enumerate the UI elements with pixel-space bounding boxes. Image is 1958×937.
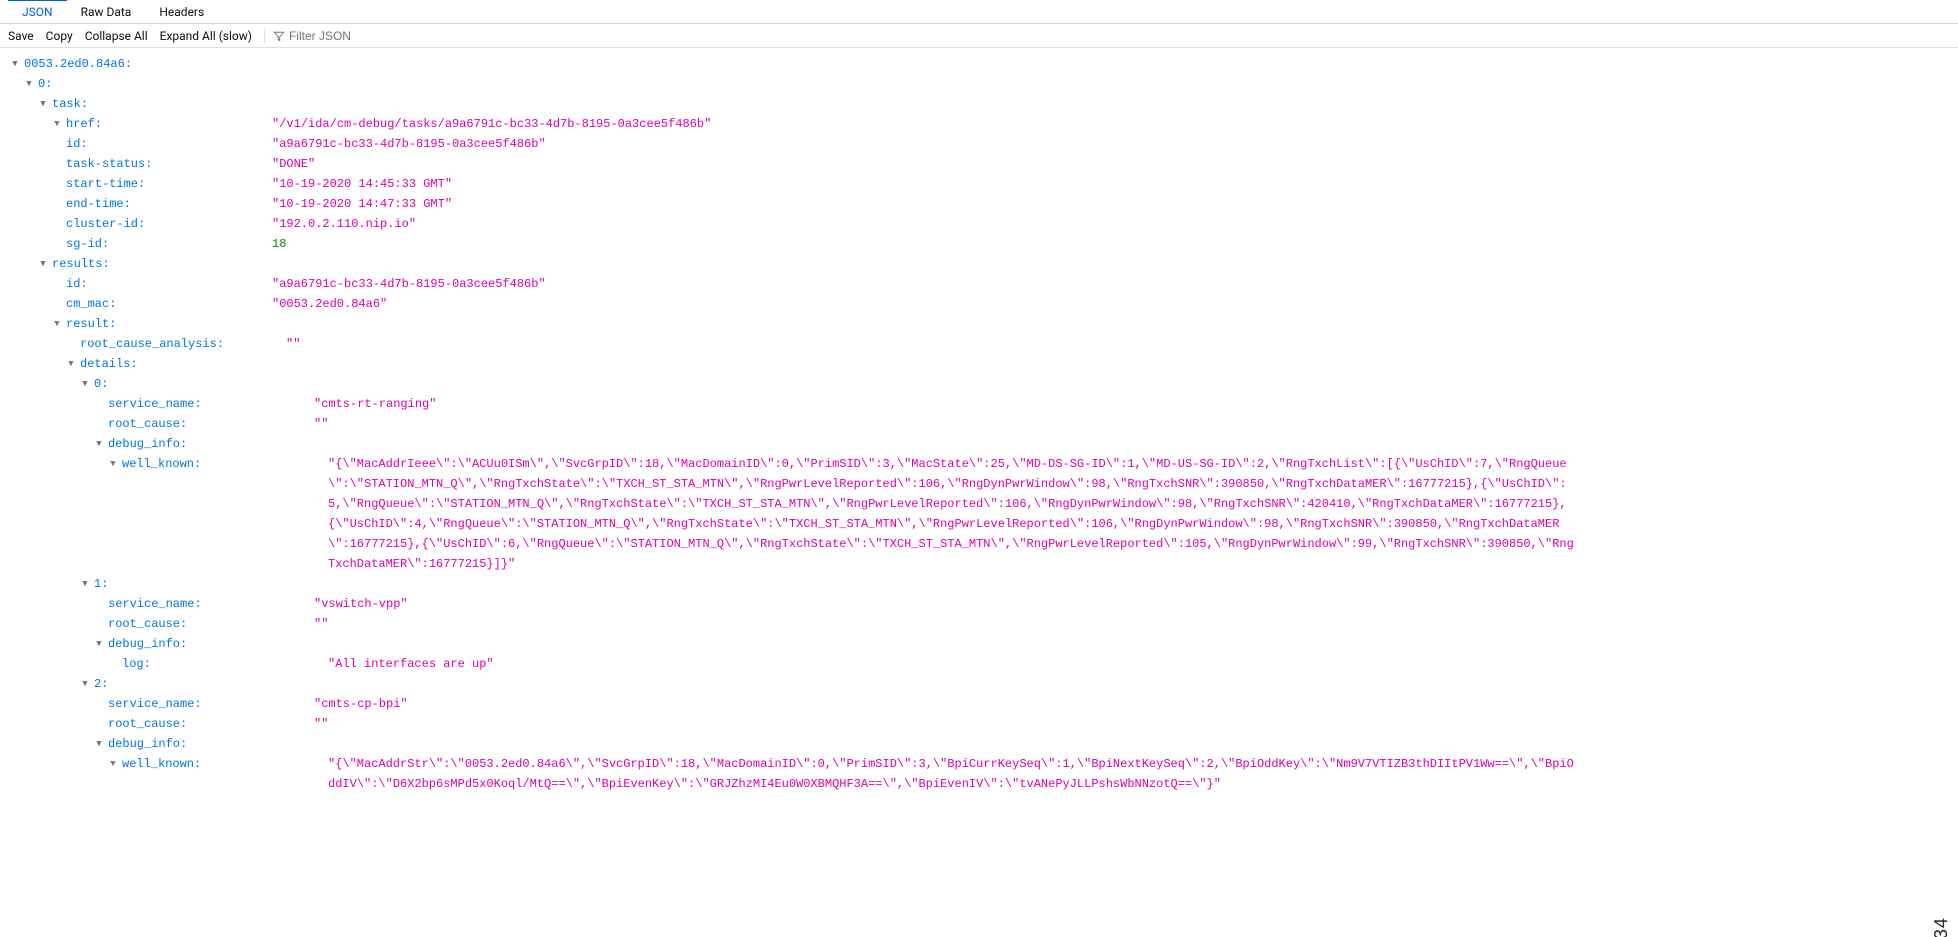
json-value: ""	[314, 614, 368, 634]
json-value: "All interfaces are up"	[328, 654, 534, 674]
json-key: cm_mac	[66, 294, 116, 314]
json-key: root_cause	[108, 414, 187, 434]
json-key: 0053.2ed0.84a6	[24, 54, 132, 74]
json-value: "/v1/ida/cm-debug/tasks/a9a6791c-bc33-4d…	[272, 114, 751, 134]
caret-down-icon[interactable]: ▼	[24, 74, 34, 94]
filter-wrap	[264, 29, 409, 43]
json-key: task-status	[66, 154, 152, 174]
json-key: well_known	[122, 754, 201, 774]
json-key: results	[52, 254, 110, 274]
json-key: cluster-id	[66, 214, 145, 234]
collapse-all-button[interactable]: Collapse All	[85, 27, 148, 45]
json-value: "{\"MacAddrStr\":\"0053.2ed0.84a6\",\"Sv…	[328, 754, 1618, 794]
json-key: end-time	[66, 194, 131, 214]
view-tabs: JSON Raw Data Headers	[0, 0, 1958, 24]
caret-down-icon[interactable]: ▼	[80, 374, 90, 394]
json-viewer[interactable]: ▼0053.2ed0.84a6 ▼0 ▼task ▼href"/v1/ida/c…	[0, 48, 1958, 937]
json-key: debug_info	[108, 634, 187, 654]
json-key: service_name	[108, 394, 202, 414]
caret-down-icon[interactable]: ▼	[80, 574, 90, 594]
filter-icon	[273, 30, 285, 42]
json-key: task	[52, 94, 88, 114]
json-value: "{\"MacAddrIeee\":\"ACUu0ISm\",\"SvcGrpI…	[328, 454, 1618, 574]
json-key: root_cause	[108, 714, 187, 734]
json-value: "cmts-rt-ranging"	[314, 394, 476, 414]
json-value: "vswitch-vpp"	[314, 594, 448, 614]
json-key: root_cause_analysis	[80, 334, 224, 354]
caret-down-icon[interactable]: ▼	[52, 114, 62, 134]
json-value: ""	[286, 334, 340, 354]
expand-all-button[interactable]: Expand All (slow)	[160, 27, 252, 45]
caret-down-icon[interactable]: ▼	[80, 674, 90, 694]
caret-down-icon[interactable]: ▼	[94, 734, 104, 754]
json-value: "10-19-2020 14:45:33 GMT"	[272, 174, 492, 194]
json-value: ""	[314, 714, 368, 734]
json-key: 0	[94, 374, 108, 394]
json-key: debug_info	[108, 434, 187, 454]
watermark: 521234	[1931, 917, 1952, 937]
json-value: "a9a6791c-bc33-4d7b-8195-0a3cee5f486b"	[272, 274, 586, 294]
json-key: start-time	[66, 174, 145, 194]
json-value: "DONE"	[272, 154, 355, 174]
json-key: sg-id	[66, 234, 109, 254]
json-key: service_name	[108, 694, 202, 714]
caret-down-icon[interactable]: ▼	[94, 634, 104, 654]
json-value: "a9a6791c-bc33-4d7b-8195-0a3cee5f486b"	[272, 134, 586, 154]
toolbar: Save Copy Collapse All Expand All (slow)	[0, 24, 1958, 48]
json-key: href	[66, 114, 102, 134]
save-button[interactable]: Save	[8, 27, 34, 45]
json-key: root_cause	[108, 614, 187, 634]
tab-raw-data[interactable]: Raw Data	[67, 0, 146, 23]
json-key: 1	[94, 574, 108, 594]
json-value: 18	[272, 234, 326, 254]
json-key: 0	[38, 74, 52, 94]
filter-input[interactable]	[289, 29, 409, 43]
json-key: id	[66, 274, 88, 294]
json-key: log	[122, 654, 151, 674]
caret-down-icon[interactable]: ▼	[38, 254, 48, 274]
json-value: "192.0.2.110.nip.io"	[272, 214, 456, 234]
json-key: details	[80, 354, 138, 374]
json-key: id	[66, 134, 88, 154]
caret-down-icon[interactable]: ▼	[66, 354, 76, 374]
json-key: 2	[94, 674, 108, 694]
caret-down-icon[interactable]: ▼	[52, 314, 62, 334]
json-value: "10-19-2020 14:47:33 GMT"	[272, 194, 492, 214]
tab-headers[interactable]: Headers	[145, 0, 218, 23]
caret-down-icon[interactable]: ▼	[108, 754, 118, 774]
json-key: result	[66, 314, 116, 334]
tab-json[interactable]: JSON	[8, 0, 67, 23]
json-key: debug_info	[108, 734, 187, 754]
caret-down-icon[interactable]: ▼	[38, 94, 48, 114]
caret-down-icon[interactable]: ▼	[10, 54, 20, 74]
caret-down-icon[interactable]: ▼	[94, 434, 104, 454]
json-value: "cmts-cp-bpi"	[314, 694, 448, 714]
caret-down-icon[interactable]: ▼	[108, 454, 118, 474]
json-key: service_name	[108, 594, 202, 614]
json-value: ""	[314, 414, 368, 434]
copy-button[interactable]: Copy	[46, 27, 73, 45]
json-key: well_known	[122, 454, 201, 474]
json-value: "0053.2ed0.84a6"	[272, 294, 427, 314]
